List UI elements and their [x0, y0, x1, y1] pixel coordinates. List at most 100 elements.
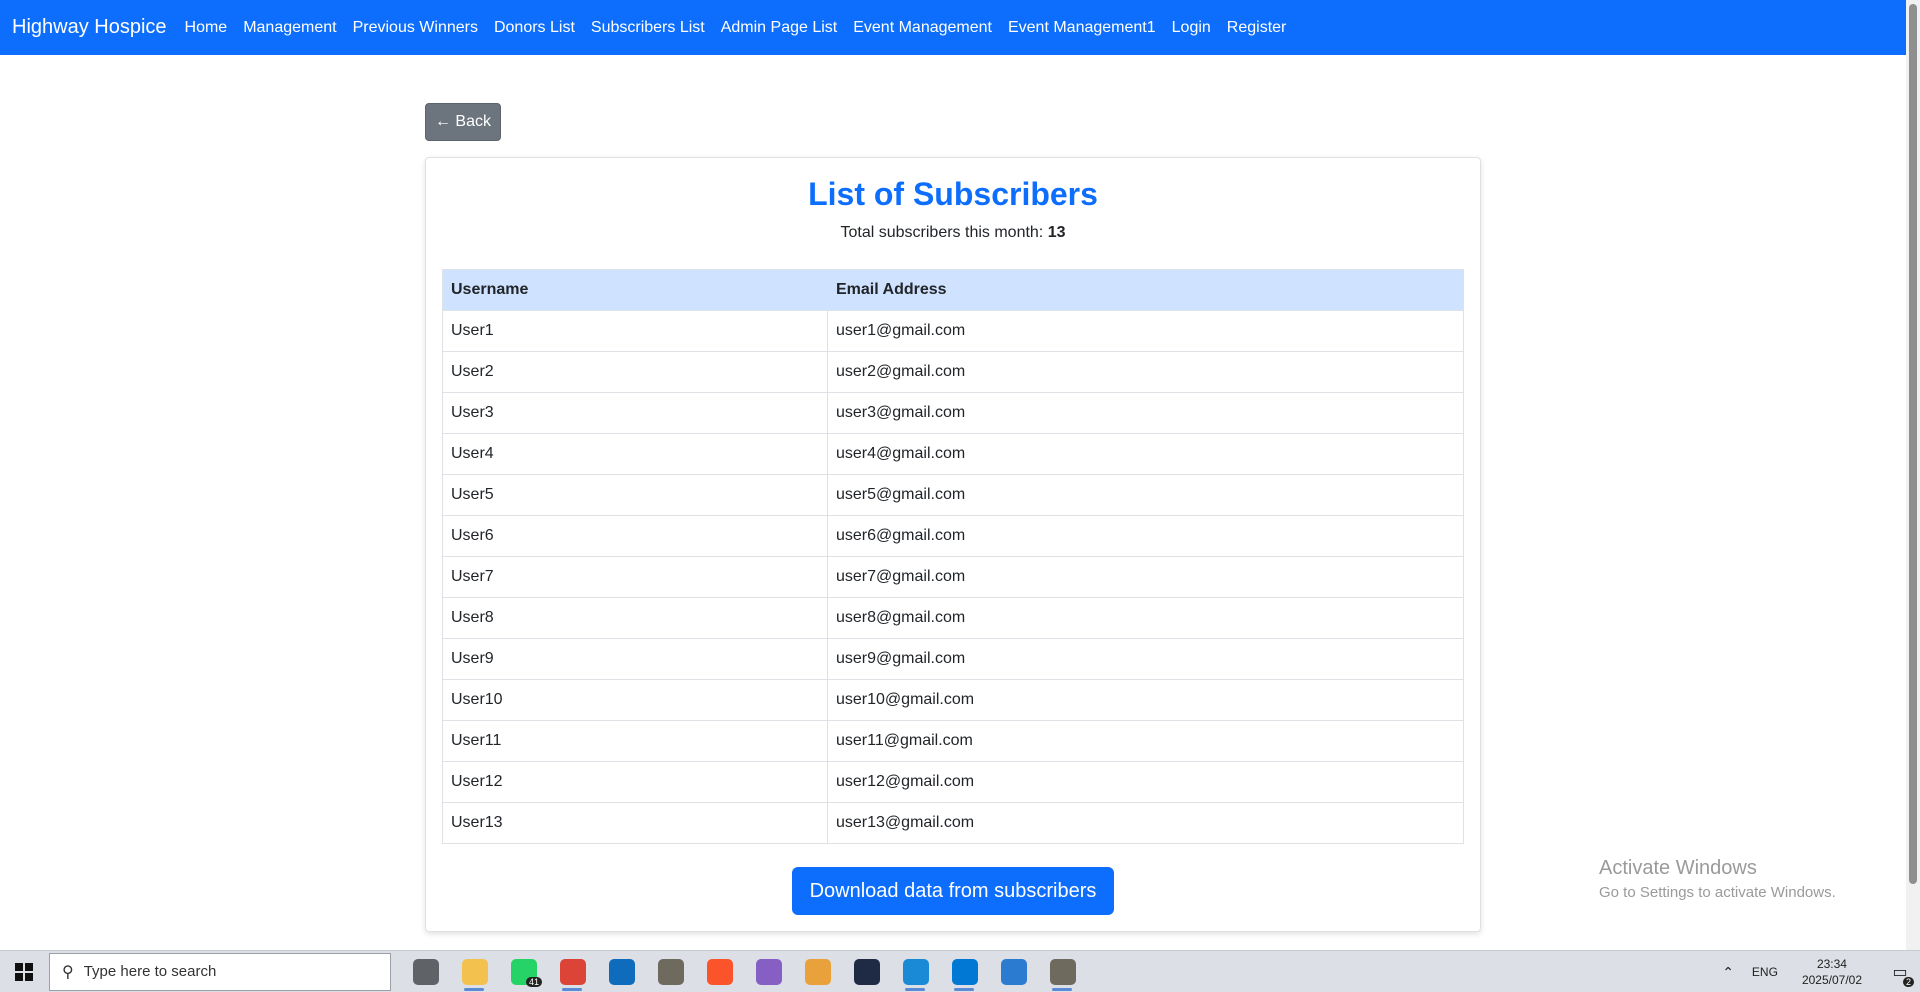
back-button[interactable]: ← Back [425, 103, 501, 141]
clock[interactable]: 23:34 2025/07/02 [1802, 956, 1862, 988]
email-cell: user5@gmail.com [827, 474, 1464, 516]
chevron-up-icon[interactable]: ⌃ [1722, 964, 1734, 981]
taskbar-apps: 41 [401, 951, 1087, 992]
username-cell: User4 [442, 433, 828, 475]
clock-time: 23:34 [1816, 957, 1847, 971]
nav-home[interactable]: Home [177, 19, 236, 37]
nav-management[interactable]: Management [235, 19, 344, 37]
windows-taskbar: ⚲ Type here to search 41 ⌃ ENG 23:34 202… [0, 950, 1920, 992]
summary-label: Total subscribers this month: [840, 224, 1044, 241]
taskbar-search-input[interactable]: ⚲ Type here to search [49, 952, 391, 991]
taskbar-app-edge[interactable] [891, 951, 940, 992]
nav-subscribers-list[interactable]: Subscribers List [583, 19, 713, 37]
table-row: User3 user3@gmail.com [442, 392, 1464, 434]
page-scrollbar[interactable] [1906, 0, 1920, 950]
taskbar-app-chrome[interactable] [548, 951, 597, 992]
chrome-icon [559, 958, 586, 985]
table-row: User2 user2@gmail.com [442, 351, 1464, 393]
taskbar-app-outlook[interactable] [597, 951, 646, 992]
taskbar-app-gimp[interactable] [646, 951, 695, 992]
taskbar-app-photos[interactable] [989, 951, 1038, 992]
header-email: Email Address [827, 269, 1464, 311]
email-cell: user10@gmail.com [827, 679, 1464, 721]
top-navbar: Highway Hospice Home Management Previous… [0, 0, 1906, 55]
brave-icon [706, 958, 733, 985]
table-row: User11 user11@gmail.com [442, 720, 1464, 762]
taskbar-app-file-explorer[interactable] [450, 951, 499, 992]
gimp-2-icon [1049, 958, 1076, 985]
clock-date: 2025/07/02 [1801, 973, 1862, 987]
taskbar-app-gimp-2[interactable] [1038, 951, 1087, 992]
system-tray: ⌃ ENG 23:34 2025/07/02 ▭ 2 [1722, 951, 1920, 992]
username-cell: User13 [442, 802, 828, 844]
table-row: User10 user10@gmail.com [442, 679, 1464, 721]
nav-admin-page-list[interactable]: Admin Page List [713, 19, 846, 37]
notification-count: 2 [1902, 977, 1914, 987]
table-row: User6 user6@gmail.com [442, 515, 1464, 557]
nav-donors-list[interactable]: Donors List [486, 19, 583, 37]
email-cell: user4@gmail.com [827, 433, 1464, 475]
file-explorer-icon [461, 958, 488, 985]
nav-previous-winners[interactable]: Previous Winners [345, 19, 486, 37]
taskbar-app-dev-tool[interactable] [842, 951, 891, 992]
username-cell: User6 [442, 515, 828, 557]
email-cell: user1@gmail.com [827, 310, 1464, 352]
taskbar-app-visual-studio[interactable] [744, 951, 793, 992]
email-cell: user13@gmail.com [827, 802, 1464, 844]
username-cell: User1 [442, 310, 828, 352]
search-placeholder: Type here to search [83, 963, 217, 980]
taskbar-app-brave[interactable] [695, 951, 744, 992]
download-subscribers-button[interactable]: Download data from subscribers [792, 867, 1114, 915]
email-cell: user9@gmail.com [827, 638, 1464, 680]
visual-studio-icon [755, 958, 782, 985]
email-cell: user6@gmail.com [827, 515, 1464, 557]
email-cell: user11@gmail.com [827, 720, 1464, 762]
scrollbar-thumb[interactable] [1909, 4, 1917, 884]
nav-register[interactable]: Register [1219, 19, 1295, 37]
summary-count: 13 [1047, 224, 1066, 241]
table-header-row: Username Email Address [442, 269, 1464, 311]
taskbar-app-task-view[interactable] [401, 951, 450, 992]
email-cell: user3@gmail.com [827, 392, 1464, 434]
username-cell: User7 [442, 556, 828, 598]
subscribers-card: List of Subscribers Total subscribers th… [425, 157, 1481, 932]
photos-icon [1000, 958, 1027, 985]
table-row: User1 user1@gmail.com [442, 310, 1464, 352]
outlook-icon [608, 958, 635, 985]
table-body: User1 user1@gmail.com User2 user2@gmail.com… [442, 310, 1464, 844]
nav-event-management[interactable]: Event Management [845, 19, 1000, 37]
taskbar-app-vscode[interactable] [940, 951, 989, 992]
table-row: User8 user8@gmail.com [442, 597, 1464, 639]
username-cell: User12 [442, 761, 828, 803]
notification-button[interactable]: ▭ 2 [1880, 951, 1920, 992]
table-row: User7 user7@gmail.com [442, 556, 1464, 598]
email-cell: user12@gmail.com [827, 761, 1464, 803]
taskbar-app-whatsapp[interactable]: 41 [499, 951, 548, 992]
username-cell: User9 [442, 638, 828, 680]
start-button[interactable] [0, 951, 48, 992]
table-row: User13 user13@gmail.com [442, 802, 1464, 844]
username-cell: User10 [442, 679, 828, 721]
username-cell: User2 [442, 351, 828, 393]
language-indicator[interactable]: ENG [1752, 965, 1778, 979]
dev-tool-icon [853, 958, 880, 985]
taskbar-app-copilot[interactable] [793, 951, 842, 992]
windows-logo-icon [15, 962, 33, 981]
table-row: User12 user12@gmail.com [442, 761, 1464, 803]
nav-login[interactable]: Login [1164, 19, 1219, 37]
nav-event-management1[interactable]: Event Management1 [1000, 19, 1164, 37]
table-row: User9 user9@gmail.com [442, 638, 1464, 680]
header-username: Username [442, 269, 828, 311]
edge-icon [902, 958, 929, 985]
app-badge-count: 41 [525, 976, 542, 987]
username-cell: User8 [442, 597, 828, 639]
gimp-icon [657, 958, 684, 985]
watermark-title: Activate Windows [1599, 857, 1757, 879]
username-cell: User3 [442, 392, 828, 434]
vscode-icon [951, 958, 978, 985]
watermark-subtitle: Go to Settings to activate Windows. [1599, 884, 1836, 901]
brand-link[interactable]: Highway Hospice [12, 16, 167, 39]
search-icon: ⚲ [62, 963, 74, 981]
table-row: User5 user5@gmail.com [442, 474, 1464, 516]
activate-windows-watermark: Activate Windows Go to Settings to activ… [1599, 857, 1836, 901]
